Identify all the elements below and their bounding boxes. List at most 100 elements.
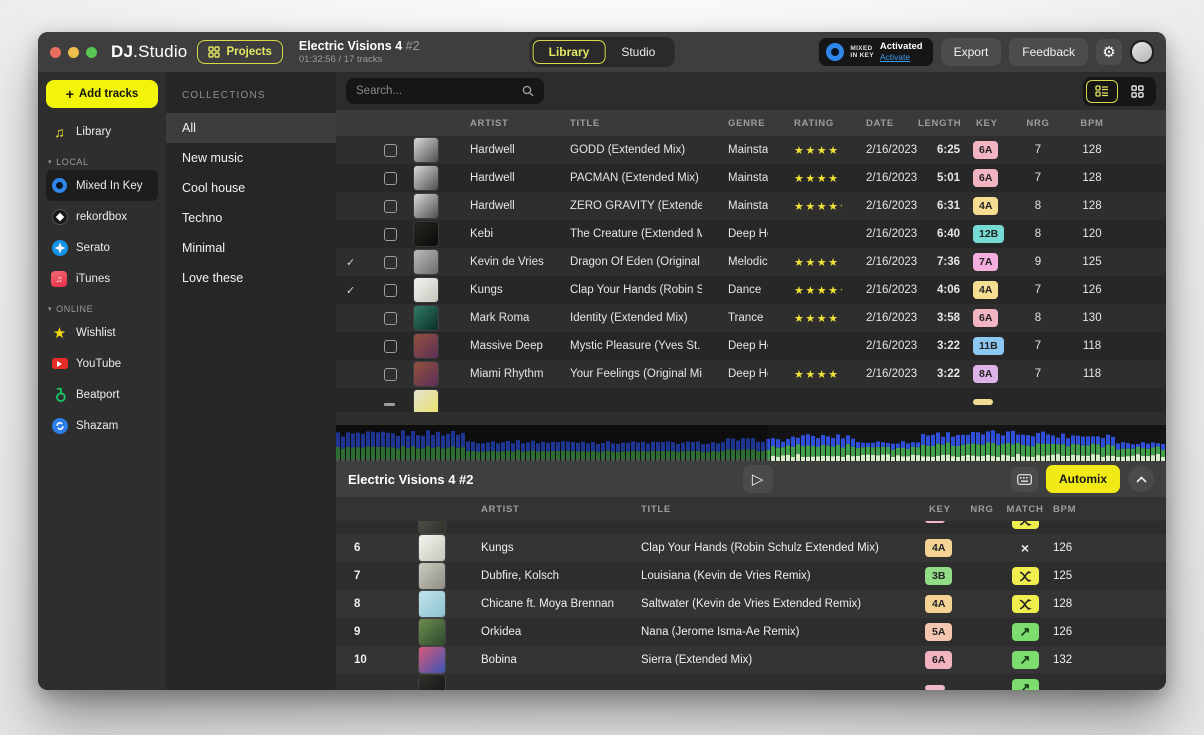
match-badge[interactable]: ↗ (1012, 651, 1039, 669)
feedback-button[interactable]: Feedback (1009, 38, 1088, 66)
table-row[interactable]: Massive Deep Mystic Pleasure (Yves St. C… (336, 332, 1166, 360)
sidebar-section-online[interactable]: ▾ ONLINE (46, 294, 158, 317)
row-checkbox[interactable] (384, 284, 397, 297)
playlist-row[interactable]: 8 Chicane ft. Moya Brennan Saltwater (Ke… (336, 590, 1166, 618)
collection-item-love-these[interactable]: Love these (166, 263, 336, 293)
table-row[interactable]: Kebi The Creature (Extended Mix) Deep Ho… (336, 220, 1166, 248)
table-row[interactable] (336, 388, 1166, 412)
rating-stars[interactable]: ★★★★ (768, 172, 842, 185)
column-header-nrg[interactable]: NRG (965, 504, 999, 515)
sidebar-item-serato[interactable]: Serato (46, 232, 158, 263)
match-badge[interactable] (1012, 595, 1039, 613)
date-cell: 2/16/2023 (842, 200, 918, 212)
maximize-window-button[interactable] (86, 47, 97, 58)
rating-stars[interactable]: ★★★★ (768, 256, 842, 269)
bpm-cell: 128 (1051, 598, 1097, 610)
row-checkbox[interactable] (384, 172, 397, 185)
column-header-rating[interactable]: RATING (768, 118, 842, 129)
playlist-row[interactable]: 9 Orkidea Nana (Jerome Isma-Ae Remix) 5A… (336, 618, 1166, 646)
playlist-row[interactable]: 6 Kungs Clap Your Hands (Robin Schulz Ex… (336, 534, 1166, 562)
column-header-length[interactable]: LENGTH (918, 118, 968, 129)
collection-item-minimal[interactable]: Minimal (166, 233, 336, 263)
tab-library[interactable]: Library (533, 40, 606, 64)
rating-stars[interactable]: ★★★★★ (768, 284, 842, 297)
sidebar-item-wishlist[interactable]: ★ Wishlist (46, 317, 158, 348)
playlist-row[interactable]: ↗ (336, 674, 1166, 690)
sidebar-item-rekordbox[interactable]: rekordbox (46, 201, 158, 232)
collapse-panel-button[interactable] (1128, 466, 1154, 492)
row-checkbox[interactable] (384, 368, 397, 381)
close-window-button[interactable] (50, 47, 61, 58)
column-header-key[interactable]: KEY (925, 504, 965, 515)
match-badge[interactable] (1012, 521, 1039, 529)
mik-activate-link[interactable]: Activate (880, 53, 923, 63)
collection-item-new-music[interactable]: New music (166, 143, 336, 173)
sidebar-item-library[interactable]: ♫ Library (46, 116, 158, 147)
sidebar-section-local[interactable]: ▾ LOCAL (46, 147, 158, 170)
sidebar-item-itunes[interactable]: ♫ iTunes (46, 263, 158, 294)
waveform[interactable] (336, 425, 1166, 461)
sidebar-item-mixed-in-key[interactable]: Mixed In Key (46, 170, 158, 201)
sidebar-item-youtube[interactable]: YouTube (46, 348, 158, 379)
export-button[interactable]: Export (941, 38, 1002, 66)
projects-button[interactable]: Projects (197, 40, 282, 64)
title-cell: Sierra (Extended Mix) (629, 654, 925, 666)
column-header-date[interactable]: DATE (842, 118, 918, 129)
column-header-artist[interactable]: ARTIST (444, 118, 544, 129)
grid-view-button[interactable] (1121, 80, 1153, 103)
table-row[interactable]: Hardwell GODD (Extended Mix) Mainstage ★… (336, 136, 1166, 164)
table-row[interactable]: Miami Rhythm Your Feelings (Original Mix… (336, 360, 1166, 388)
collection-item-techno[interactable]: Techno (166, 203, 336, 233)
column-header-match[interactable]: MATCH (999, 504, 1051, 515)
column-header-title[interactable]: TITLE (629, 504, 925, 515)
playlist-row[interactable]: 7 Dubfire, Kolsch Louisiana (Kevin de Vr… (336, 562, 1166, 590)
table-row[interactable]: ✓ Kungs Clap Your Hands (Robin Sch... Da… (336, 276, 1166, 304)
column-header-title[interactable]: TITLE (544, 118, 702, 129)
sidebar-item-shazam[interactable]: Shazam (46, 410, 158, 441)
search-box[interactable] (346, 78, 544, 104)
tab-studio[interactable]: Studio (605, 40, 671, 64)
mixed-in-key-badge[interactable]: MIXEDIN KEY Activated Activate (819, 38, 932, 67)
rating-stars[interactable]: ★★★★ (768, 368, 842, 381)
playlist-row[interactable] (336, 521, 1166, 534)
minimize-window-button[interactable] (68, 47, 79, 58)
column-header-bpm[interactable]: BPM (1051, 504, 1097, 515)
list-view-button[interactable] (1086, 80, 1118, 103)
search-input[interactable] (356, 85, 516, 97)
shortcuts-button[interactable] (1011, 467, 1038, 492)
row-checkbox[interactable] (384, 340, 397, 353)
match-badge[interactable]: ↗ (1012, 623, 1039, 641)
rating-stars[interactable]: ★★★★★ (768, 200, 842, 213)
row-checkbox[interactable] (384, 144, 397, 157)
collection-item-all[interactable]: All (166, 113, 336, 143)
column-header-bpm[interactable]: BPM (1062, 118, 1122, 129)
match-badge[interactable] (1012, 567, 1039, 585)
sidebar-item-beatport[interactable]: Beatport (46, 379, 158, 410)
genre-cell: Deep Ho... (702, 368, 768, 380)
column-header-artist[interactable]: ARTIST (469, 504, 629, 515)
row-checkbox[interactable] (384, 200, 397, 213)
row-checkbox[interactable] (384, 256, 397, 269)
play-button[interactable]: ▷ (743, 465, 773, 493)
column-header-nrg[interactable]: NRG (1014, 118, 1062, 129)
row-checkbox[interactable] (384, 228, 397, 241)
automix-button[interactable]: Automix (1046, 465, 1120, 493)
nrg-cell: 9 (1014, 256, 1062, 268)
table-row[interactable]: Hardwell PACMAN (Extended Mix) Mainstage… (336, 164, 1166, 192)
row-checkbox[interactable] (384, 403, 395, 406)
settings-button[interactable]: ⚙ (1096, 39, 1122, 65)
add-tracks-button[interactable]: + Add tracks (46, 80, 158, 108)
table-row[interactable]: Mark Roma Identity (Extended Mix) Trance… (336, 304, 1166, 332)
playlist-row[interactable]: 10 Bobina Sierra (Extended Mix) 6A ↗ 132 (336, 646, 1166, 674)
rating-stars[interactable]: ★★★★ (768, 144, 842, 157)
user-avatar[interactable] (1130, 40, 1154, 64)
column-header-key[interactable]: KEY (968, 118, 1014, 129)
row-checkbox[interactable] (384, 312, 397, 325)
column-header-genre[interactable]: GENRE (702, 118, 768, 129)
table-row[interactable]: Hardwell ZERO GRAVITY (Extended M... Mai… (336, 192, 1166, 220)
match-badge[interactable]: ↗ (1012, 679, 1039, 690)
table-row[interactable]: ✓ Kevin de Vries Dragon Of Eden (Origina… (336, 248, 1166, 276)
collection-item-cool-house[interactable]: Cool house (166, 173, 336, 203)
rating-stars[interactable]: ★★★★ (768, 312, 842, 325)
match-badge[interactable]: × (1012, 539, 1039, 557)
